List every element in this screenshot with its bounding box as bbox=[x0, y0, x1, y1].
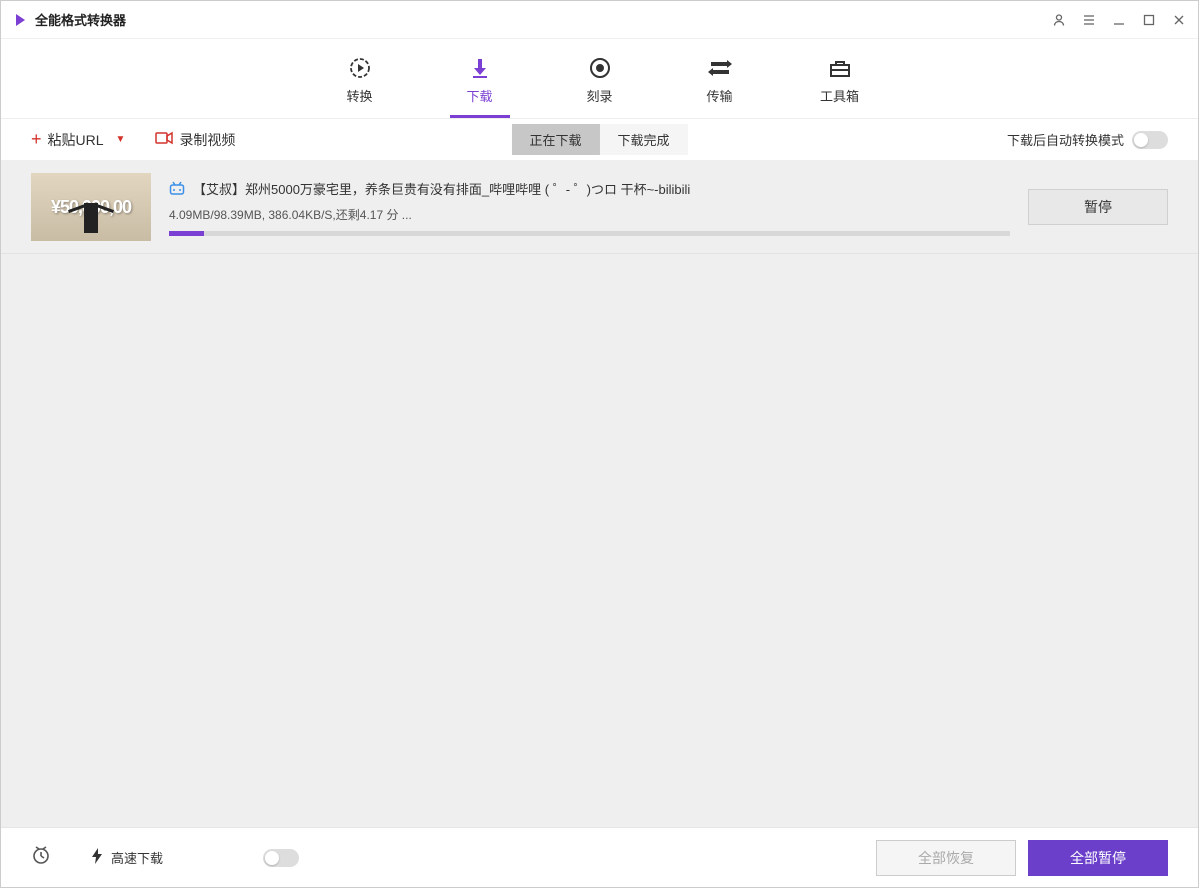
toolbar: + 粘贴URL ▼ 录制视频 正在下载 下载完成 下载后自动转换模式 bbox=[1, 119, 1198, 161]
download-icon bbox=[467, 56, 493, 80]
record-video-button[interactable]: 录制视频 bbox=[155, 130, 235, 150]
tab-label: 转换 bbox=[346, 86, 372, 105]
transfer-icon bbox=[707, 56, 733, 80]
subtab-completed[interactable]: 下载完成 bbox=[600, 124, 688, 155]
tab-label: 刻录 bbox=[586, 86, 612, 105]
bilibili-icon bbox=[169, 181, 185, 195]
convert-icon bbox=[347, 56, 373, 80]
record-video-label: 录制视频 bbox=[179, 130, 235, 150]
app-title: 全能格式转换器 bbox=[35, 10, 1052, 29]
main-tabs: 转换 下载 刻录 传输 工具箱 bbox=[1, 39, 1198, 119]
window-controls bbox=[1052, 13, 1186, 27]
titlebar: 全能格式转换器 bbox=[1, 1, 1198, 39]
download-status: 4.09MB/98.39MB, 386.04KB/S,还剩4.17 分 ... bbox=[169, 206, 1010, 223]
app-logo-icon bbox=[13, 13, 27, 27]
user-icon[interactable] bbox=[1052, 13, 1066, 27]
paste-url-label: 粘贴URL bbox=[48, 130, 104, 150]
tab-transfer[interactable]: 传输 bbox=[690, 56, 750, 118]
subtabs: 正在下载 下载完成 bbox=[511, 124, 687, 155]
bolt-icon bbox=[91, 848, 103, 867]
chevron-down-icon: ▼ bbox=[116, 134, 126, 145]
speed-download-label: 高速下载 bbox=[111, 848, 163, 867]
speed-download-toggle[interactable] bbox=[263, 849, 299, 867]
menu-icon[interactable] bbox=[1082, 13, 1096, 27]
app-window: 全能格式转换器 转换 bbox=[0, 0, 1199, 888]
download-list: ¥50,000,00 【艾叔】郑州5000万豪宅里，养条巨贵有没有排面_哔哩哔哩… bbox=[1, 161, 1198, 827]
progress-fill bbox=[169, 231, 204, 236]
schedule-icon[interactable] bbox=[31, 845, 51, 870]
progress-bar bbox=[169, 231, 1010, 236]
subtab-downloading[interactable]: 正在下载 bbox=[511, 124, 599, 155]
title-row: 【艾叔】郑州5000万豪宅里，养条巨贵有没有排面_哔哩哔哩 ( ゜- ゜)つロ … bbox=[169, 179, 1010, 198]
pause-button[interactable]: 暂停 bbox=[1028, 189, 1168, 225]
speed-download-section: 高速下载 bbox=[91, 848, 163, 867]
close-icon[interactable] bbox=[1172, 13, 1186, 27]
toolbox-icon bbox=[827, 56, 853, 80]
thumbnail-figure bbox=[84, 203, 98, 233]
download-item: ¥50,000,00 【艾叔】郑州5000万豪宅里，养条巨贵有没有排面_哔哩哔哩… bbox=[1, 161, 1198, 254]
tab-label: 传输 bbox=[706, 86, 732, 105]
download-title: 【艾叔】郑州5000万豪宅里，养条巨贵有没有排面_哔哩哔哩 ( ゜- ゜)つロ … bbox=[193, 179, 690, 198]
tab-toolbox[interactable]: 工具箱 bbox=[810, 56, 870, 118]
tab-convert[interactable]: 转换 bbox=[330, 56, 390, 118]
tab-burn[interactable]: 刻录 bbox=[570, 56, 630, 118]
burn-icon bbox=[587, 56, 613, 80]
footer: 高速下载 全部恢复 全部暂停 bbox=[1, 827, 1198, 887]
auto-convert-toggle[interactable] bbox=[1132, 131, 1168, 149]
download-info: 【艾叔】郑州5000万豪宅里，养条巨贵有没有排面_哔哩哔哩 ( ゜- ゜)つロ … bbox=[169, 179, 1010, 236]
paste-url-button[interactable]: + 粘贴URL ▼ bbox=[31, 129, 125, 150]
resume-all-button[interactable]: 全部恢复 bbox=[876, 840, 1016, 876]
tab-label: 下载 bbox=[466, 86, 492, 105]
tab-download[interactable]: 下载 bbox=[450, 56, 510, 118]
download-thumbnail: ¥50,000,00 bbox=[31, 173, 151, 241]
camera-icon bbox=[155, 131, 173, 148]
footer-buttons: 全部恢复 全部暂停 bbox=[876, 840, 1168, 876]
minimize-icon[interactable] bbox=[1112, 13, 1126, 27]
tab-label: 工具箱 bbox=[820, 86, 859, 105]
auto-convert-label: 下载后自动转换模式 bbox=[1007, 130, 1124, 149]
maximize-icon[interactable] bbox=[1142, 13, 1156, 27]
pause-all-button[interactable]: 全部暂停 bbox=[1028, 840, 1168, 876]
auto-convert-section: 下载后自动转换模式 bbox=[1007, 130, 1168, 149]
plus-icon: + bbox=[31, 129, 42, 150]
